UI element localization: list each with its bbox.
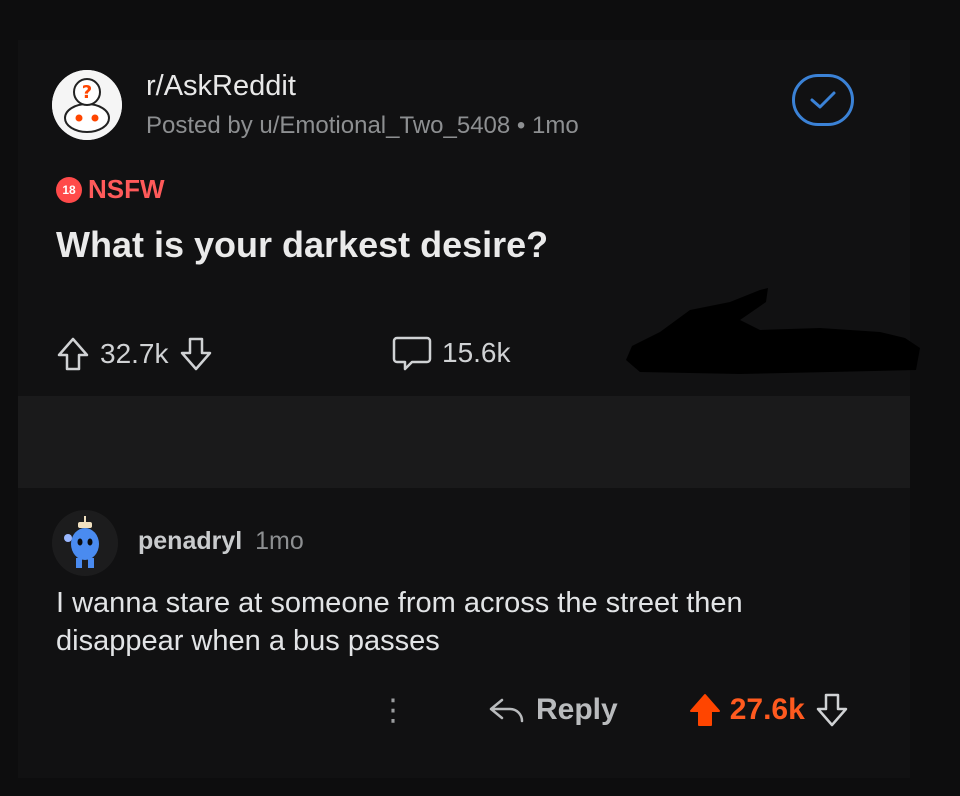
comment-author: penadryl 1mo	[138, 527, 304, 556]
comment-action-bar: ⋮ Reply 27.6k	[378, 688, 849, 732]
section-divider	[18, 396, 910, 488]
comments-button[interactable]: 15.6k	[392, 334, 521, 372]
comment-vote-count: 27.6k	[729, 693, 805, 726]
downvote-icon[interactable]	[179, 336, 213, 372]
upvote-icon[interactable]	[56, 336, 90, 372]
join-check-button[interactable]	[792, 74, 854, 126]
comment-body: I wanna stare at someone from across the…	[56, 587, 743, 657]
comment-vote-bar: 27.6k	[688, 692, 849, 728]
reply-label: Reply	[536, 693, 618, 726]
post-vote-count: 32.7k	[100, 338, 169, 369]
more-options-icon[interactable]: ⋮	[378, 693, 408, 728]
comment-downvote-icon[interactable]	[815, 692, 849, 728]
check-icon	[810, 91, 836, 109]
commenter-avatar[interactable]	[52, 510, 118, 576]
svg-text:?: ?	[82, 82, 92, 103]
reply-icon	[489, 698, 524, 723]
nsfw-tag: 18 NSFW	[56, 174, 165, 205]
post-meta[interactable]: Posted by u/Emotional_Two_5408 • 1mo	[146, 112, 579, 140]
upvoted-icon[interactable]	[688, 692, 722, 728]
nsfw-18-icon: 18	[56, 176, 82, 203]
subreddit-avatar[interactable]: ?	[52, 70, 122, 140]
redaction-scribble	[626, 288, 920, 374]
post-vote-bar: 32.7k	[56, 334, 213, 374]
post-title[interactable]: What is your darkest desire?	[56, 224, 548, 266]
snoo-avatar-icon	[52, 510, 118, 576]
comment-count: 15.6k	[442, 337, 511, 368]
comment-author-name[interactable]: penadryl	[138, 527, 242, 555]
askreddit-logo-icon: ?	[52, 70, 122, 140]
nsfw-label: NSFW	[88, 174, 165, 204]
subreddit-name[interactable]: r/AskReddit	[146, 70, 296, 103]
reply-button[interactable]: Reply	[488, 693, 618, 727]
comment-icon	[392, 336, 432, 371]
comment-age: 1mo	[255, 527, 304, 555]
